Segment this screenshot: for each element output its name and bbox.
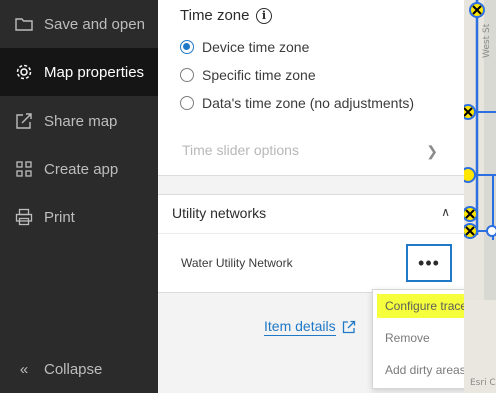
nav-item-label: Create app bbox=[44, 160, 119, 178]
map-street-label: West St bbox=[482, 23, 492, 58]
collapse-label: Collapse bbox=[44, 360, 103, 378]
grid-icon bbox=[14, 159, 34, 179]
time-zone-title: Time zone bbox=[180, 7, 250, 24]
side-nav: Save and open Map properties Share map C… bbox=[0, 0, 158, 393]
share-icon bbox=[14, 111, 34, 131]
divider bbox=[158, 233, 464, 234]
double-chevron-left-icon: « bbox=[19, 360, 29, 378]
chevron-right-icon: ❯ bbox=[426, 143, 438, 159]
nav-item-label: Share map bbox=[44, 112, 118, 130]
item-details-link[interactable]: Item details bbox=[264, 318, 356, 336]
radio-button[interactable] bbox=[180, 68, 194, 82]
nav-item-label: Print bbox=[44, 208, 75, 226]
time-slider-options[interactable]: Time slider options bbox=[182, 142, 299, 158]
item-details-label: Item details bbox=[264, 318, 336, 336]
radio-specific-time-zone[interactable]: Specific time zone bbox=[180, 65, 316, 85]
info-icon[interactable]: i bbox=[256, 8, 272, 24]
folder-icon bbox=[14, 14, 34, 34]
radio-label: Device time zone bbox=[202, 39, 310, 55]
radio-button[interactable] bbox=[180, 40, 194, 54]
radio-device-time-zone[interactable]: Device time zone bbox=[180, 37, 309, 57]
utility-networks-title: Utility networks bbox=[172, 205, 267, 221]
nav-item-save-and-open[interactable]: Save and open bbox=[0, 0, 158, 48]
gear-icon bbox=[14, 62, 34, 82]
nav-item-print[interactable]: Print bbox=[0, 193, 158, 241]
radio-label: Data's time zone (no adjustments) bbox=[202, 95, 414, 111]
chevron-up-icon[interactable]: ∧ bbox=[441, 205, 450, 219]
nav-item-label: Save and open bbox=[44, 15, 145, 33]
external-link-icon bbox=[342, 320, 356, 334]
time-zone-section: Time zone i Device time zone Specific ti… bbox=[158, 0, 464, 176]
collapse-button[interactable]: « Collapse bbox=[0, 345, 158, 393]
utility-networks-section: Utility networks ∧ Water Utility Network… bbox=[158, 194, 464, 293]
utility-network-item: Water Utility Network bbox=[181, 256, 293, 270]
nav-item-create-app[interactable]: Create app bbox=[0, 145, 158, 193]
nav-item-label: Map properties bbox=[44, 63, 145, 81]
map-view[interactable]: West St Esri C bbox=[464, 0, 496, 393]
map-canvas bbox=[464, 0, 496, 393]
more-options-button[interactable]: ••• bbox=[406, 244, 452, 282]
nav-item-share-map[interactable]: Share map bbox=[0, 97, 158, 145]
map-attribution: Esri C bbox=[470, 378, 496, 388]
radio-data-time-zone[interactable]: Data's time zone (no adjustments) bbox=[180, 93, 414, 113]
nav-item-map-properties[interactable]: Map properties bbox=[0, 48, 158, 96]
radio-label: Specific time zone bbox=[202, 67, 316, 83]
radio-button[interactable] bbox=[180, 96, 194, 110]
printer-icon bbox=[14, 207, 34, 227]
